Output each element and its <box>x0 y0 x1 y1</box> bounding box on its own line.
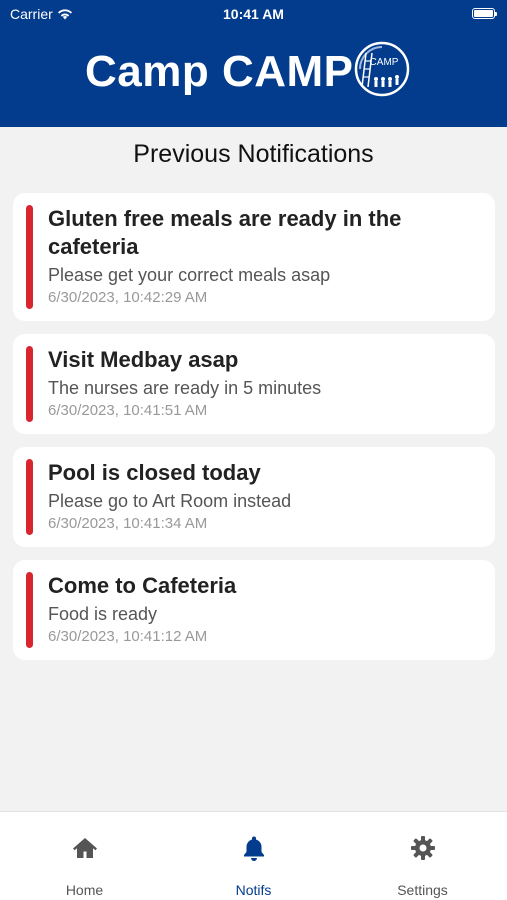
notification-title: Visit Medbay asap <box>48 347 239 372</box>
status-time: 10:41 AM <box>223 6 284 22</box>
battery-icon <box>472 8 497 19</box>
gear-icon <box>410 836 435 860</box>
notification-title: Gluten free meals are ready in the cafet… <box>48 206 402 259</box>
tab-home[interactable]: Home <box>0 812 169 900</box>
brand: Camp CAMP CAMP <box>85 41 412 100</box>
notification-date: 6/30/2023, 10:42:29 AM <box>48 289 208 306</box>
priority-bar <box>26 346 33 422</box>
tab-notifs[interactable]: Notifs <box>169 812 338 900</box>
notification-date: 6/30/2023, 10:41:51 AM <box>48 402 208 419</box>
notification-body: The nurses are ready in 5 minutes <box>48 378 322 398</box>
tab-settings[interactable]: Settings <box>338 812 507 900</box>
status-bar: Carrier 10:41 AM <box>0 0 507 28</box>
tab-bar: Home Notifs Settings <box>0 811 507 900</box>
tab-home-label: Home <box>65 882 104 898</box>
notification-date: 6/30/2023, 10:41:34 AM <box>48 515 208 532</box>
notification-card[interactable]: Gluten free meals are ready in the cafet… <box>13 193 495 321</box>
bell-icon <box>243 836 264 861</box>
notification-body: Please get your correct meals asap <box>48 265 331 285</box>
notification-title: Pool is closed today <box>48 460 261 485</box>
notification-date: 6/30/2023, 10:41:12 AM <box>48 628 208 645</box>
tab-notifs-label: Notifs <box>235 882 272 898</box>
notification-list: Gluten free meals are ready in the cafet… <box>13 193 495 673</box>
priority-bar <box>26 459 33 535</box>
notification-card[interactable]: Visit Medbay asap The nurses are ready i… <box>13 334 495 434</box>
notification-title: Come to Cafeteria <box>48 573 237 598</box>
logo-text: CAMP <box>369 57 398 68</box>
notification-card[interactable]: Pool is closed today Please go to Art Ro… <box>13 447 495 547</box>
priority-bar <box>26 572 33 648</box>
notification-body: Food is ready <box>48 604 158 624</box>
app-title: Camp CAMP <box>85 47 354 96</box>
page-title: Previous Notifications <box>133 140 374 168</box>
camp-logo-icon: CAMP <box>354 41 409 97</box>
app-header: Carrier 10:41 AM Camp CAMP CAMP <box>0 0 507 127</box>
priority-bar <box>26 205 33 309</box>
home-icon <box>72 838 97 858</box>
tab-settings-label: Settings <box>397 882 448 898</box>
notification-card[interactable]: Come to Cafeteria Food is ready 6/30/202… <box>13 560 495 660</box>
notification-body: Please go to Art Room instead <box>48 491 292 511</box>
